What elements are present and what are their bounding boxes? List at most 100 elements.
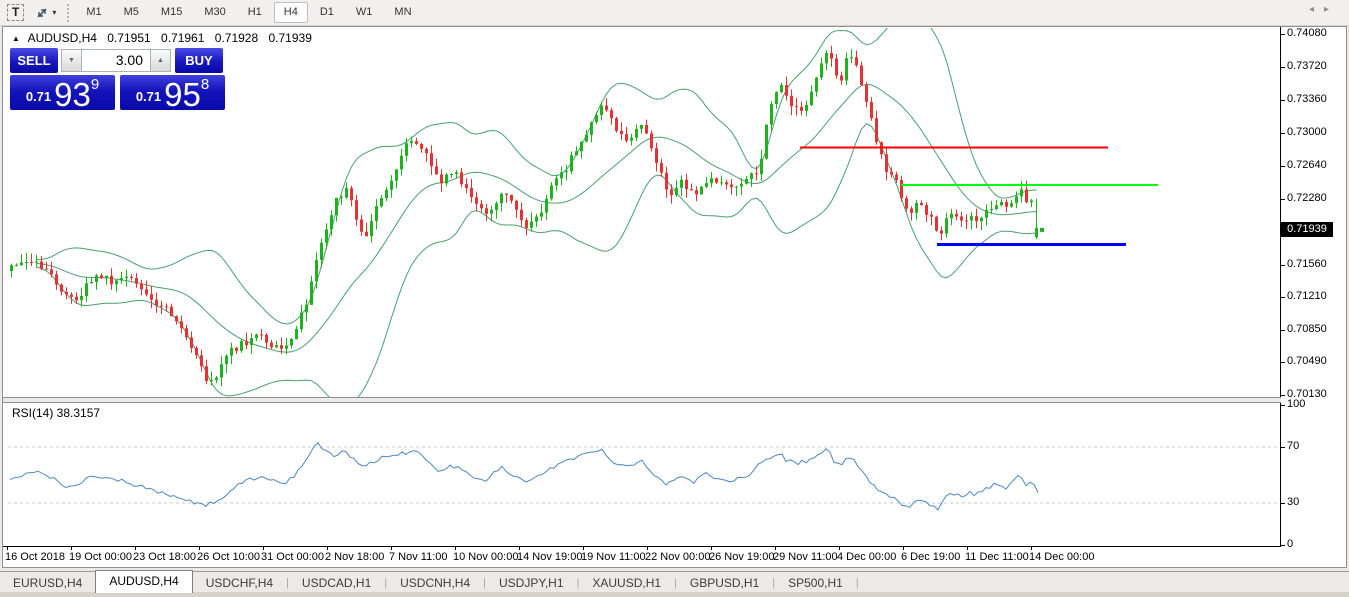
time-axis-label: 6 Dec 19:00 (901, 551, 960, 563)
pane-splitter[interactable] (3, 397, 1281, 403)
rsi-axis-label: 100 (1287, 398, 1305, 410)
sell-price-sup: 9 (91, 76, 99, 93)
price-axis-label: 0.74080 (1287, 27, 1327, 39)
time-axis-label: 11 Dec 11:00 (965, 551, 1029, 563)
time-axis-label: 10 Nov 00:00 (453, 551, 518, 563)
tab-sp500-h1[interactable]: SP500,H1 (775, 573, 856, 593)
time-axis-label: 14 Dec 00:00 (1029, 551, 1094, 563)
rsi-axis-tick (1281, 503, 1285, 504)
sell-price-display[interactable]: 0.71 93 9 (10, 75, 115, 110)
rsi-axis-label: 0 (1287, 538, 1293, 550)
timeframe-m1-button[interactable]: M1 (76, 2, 111, 23)
buy-price-sup: 8 (201, 76, 209, 93)
time-axis-tick (199, 546, 200, 550)
text-tool-button[interactable]: T (4, 3, 27, 23)
time-axis-tick (455, 546, 456, 550)
time-axis-tick (7, 546, 8, 550)
timeframe-w1-button[interactable]: W1 (346, 2, 383, 23)
price-axis-label: 0.70490 (1287, 355, 1327, 367)
volume-input[interactable]: 3.00 (82, 49, 150, 72)
time-axis-tick (775, 546, 776, 550)
time-axis-label: 26 Oct 10:00 (197, 551, 260, 563)
time-axis-tick (263, 546, 264, 550)
timeframe-mn-button[interactable]: MN (384, 2, 421, 23)
price-axis-tick (1281, 133, 1285, 134)
price-axis-label: 0.71560 (1287, 258, 1327, 270)
time-axis-label: 22 Nov 00:00 (645, 551, 710, 563)
time-axis-label: 31 Oct 00:00 (261, 551, 324, 563)
timeframe-m30-button[interactable]: M30 (194, 2, 235, 23)
time-axis-label: 2 Nov 18:00 (325, 551, 384, 563)
time-axis-tick (903, 546, 904, 550)
tab-gbpusd-h1[interactable]: GBPUSD,H1 (677, 573, 772, 593)
time-axis-tick (71, 546, 72, 550)
price-axis-label: 0.72280 (1287, 192, 1327, 204)
time-axis-label: 16 Oct 2018 (5, 551, 65, 563)
tab-usdcad-h1[interactable]: USDCAD,H1 (289, 573, 384, 593)
price-axis-label: 0.73000 (1287, 126, 1327, 138)
tab-eurusd-h4[interactable]: EURUSD,H4 (0, 573, 95, 593)
price-axis-label: 0.73720 (1287, 60, 1327, 72)
time-axis-label: 14 Nov 19:00 (517, 551, 582, 563)
sell-price-big: 93 (54, 81, 91, 108)
dropdown-caret-icon: ▾ (52, 8, 56, 17)
timeframe-d1-button[interactable]: D1 (310, 2, 344, 23)
last-price-marker (1040, 228, 1044, 232)
time-axis-tick (967, 546, 968, 550)
rsi-axis-tick (1281, 405, 1285, 406)
rsi-axis-tick (1281, 447, 1285, 448)
buy-price-big: 95 (164, 81, 201, 108)
price-axis-tick (1281, 297, 1285, 298)
rsi-axis-label: 70 (1287, 440, 1299, 452)
time-axis-label: 19 Nov 11:00 (581, 551, 646, 563)
top-toolbar: T ▾ M1M5M15M30H1H4D1W1MN (0, 0, 1349, 26)
tab-usdjpy-h1[interactable]: USDJPY,H1 (486, 573, 576, 593)
time-axis-line (3, 546, 1281, 547)
timeframe-m15-button[interactable]: M15 (151, 2, 192, 23)
tab-usdchf-h4[interactable]: USDCHF,H4 (193, 573, 286, 593)
time-axis-label: 23 Oct 18:00 (133, 551, 196, 563)
ohlc-low: 0.71928 (215, 31, 258, 45)
timeframe-m5-button[interactable]: M5 (114, 2, 149, 23)
chart-tab-bar: EURUSD,H4AUDUSD,H4USDCHF,H4|USDCAD,H1|US… (0, 571, 1349, 593)
sell-price-prefix: 0.71 (26, 89, 51, 104)
time-axis-label: 29 Nov 11:00 (773, 551, 838, 563)
price-axis-tick (1281, 330, 1285, 331)
timeframe-h1-button[interactable]: H1 (238, 2, 272, 23)
up-arrow-icon: ▲ (157, 57, 164, 64)
arrows-tool-button[interactable]: ▾ (31, 3, 59, 23)
buy-price-display[interactable]: 0.71 95 8 (120, 75, 225, 110)
time-axis-tick (583, 546, 584, 550)
volume-increase-button[interactable]: ▲ (150, 49, 171, 72)
chart-symbol-period: AUDUSD,H4 (28, 31, 97, 45)
ohlc-open: 0.71951 (107, 31, 150, 45)
panel-toggle-icon[interactable]: ▲ (12, 34, 20, 43)
tab-audusd-h4[interactable]: AUDUSD,H4 (95, 570, 192, 593)
tab-scroll-left-icon[interactable]: ◂ (1309, 4, 1324, 15)
rsi-indicator-pane[interactable] (8, 403, 1280, 546)
time-axis-tick (711, 546, 712, 550)
price-axis-label: 0.73360 (1287, 93, 1327, 105)
price-axis-tick (1281, 362, 1285, 363)
price-axis-label: 0.71210 (1287, 290, 1327, 302)
time-axis-tick (519, 546, 520, 550)
sell-button[interactable]: SELL (10, 48, 58, 73)
tab-scroll-right-icon[interactable]: ▸ (1324, 4, 1339, 15)
rsi-axis-label: 30 (1287, 496, 1299, 508)
volume-decrease-button[interactable]: ▼ (61, 49, 82, 72)
rsi-line (10, 443, 1038, 510)
time-axis-tick (1031, 546, 1032, 550)
ohlc-close: 0.71939 (269, 31, 312, 45)
tab-scroll-arrows: ◂▸ (1309, 4, 1339, 15)
ohlc-high: 0.71961 (161, 31, 204, 45)
buy-button[interactable]: BUY (175, 48, 223, 73)
time-axis-label: 4 Dec 00:00 (837, 551, 896, 563)
status-strip (0, 592, 1349, 597)
tab-usdcnh-h4[interactable]: USDCNH,H4 (387, 573, 483, 593)
timeframe-h4-button[interactable]: H4 (274, 2, 308, 23)
price-axis-tick (1281, 34, 1285, 35)
price-axis-tick (1281, 67, 1285, 68)
rsi-indicator-label: RSI(14) 38.3157 (12, 406, 100, 420)
tab-xauusd-h1[interactable]: XAUUSD,H1 (579, 573, 674, 593)
metatrader-window: T ▾ M1M5M15M30H1H4D1W1MN ▲ AUDUSD,H4 0.7… (0, 0, 1349, 597)
